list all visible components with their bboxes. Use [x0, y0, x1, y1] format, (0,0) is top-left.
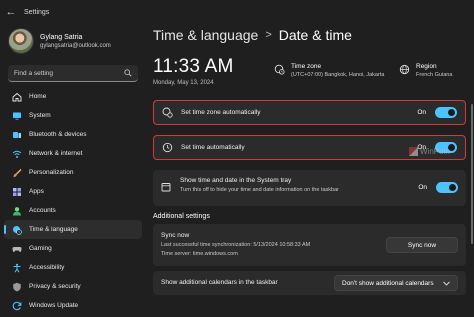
globe-clock-icon: [12, 225, 22, 235]
region-value: French Guiana: [416, 72, 453, 78]
last-sync-text: Last successful time synchronization: 5/…: [161, 242, 311, 248]
region-label: Region: [416, 63, 437, 70]
search-placeholder: Find a setting: [14, 69, 54, 77]
sidebar-item-label: Privacy & security: [29, 283, 81, 290]
time-zone-label: Time zone: [291, 63, 322, 70]
sidebar-item-gaming[interactable]: Gaming: [4, 239, 142, 258]
chevron-down-icon: [443, 281, 450, 286]
region-info: Region French Guiana: [399, 63, 452, 78]
auto-time-zone-label: Set time zone automatically: [181, 109, 261, 116]
tray-time-setting: Show time and date in the System tray Tu…: [153, 170, 466, 206]
profile-email: gylangsatria@outlook.com: [40, 42, 111, 49]
additional-calendars-dropdown[interactable]: Don't show additional calendars: [334, 275, 458, 291]
toggle-state-label: On: [417, 109, 426, 116]
additional-calendars-label: Show additional calendars in the taskbar: [161, 279, 278, 286]
sidebar-item-label: Time & language: [29, 226, 78, 233]
globe-icon: [399, 64, 410, 75]
auto-time-zone-setting: Set time zone automatically On: [153, 100, 466, 125]
gamepad-icon: [12, 244, 22, 254]
auto-time-label: Set time automatically: [181, 144, 245, 151]
additional-calendars-setting: Show additional calendars in the taskbar…: [153, 271, 466, 295]
update-icon: [12, 301, 22, 311]
toggle-state-label: On: [418, 184, 427, 191]
sidebar-item-privacy[interactable]: Privacy & security: [4, 277, 142, 296]
scrollbar[interactable]: [471, 104, 473, 244]
sidebar-item-label: Network & internet: [29, 150, 83, 157]
current-clock: 11:33 AM Monday, May 13, 2024: [153, 56, 233, 86]
clock-time: 11:33 AM: [153, 56, 234, 77]
globe-clock-icon: [274, 64, 285, 75]
sidebar-item-label: Apps: [29, 188, 44, 195]
clock-icon: [162, 142, 173, 153]
sidebar-item-bluetooth[interactable]: Bluetooth & devices: [4, 125, 142, 144]
sidebar-nav: Home System Bluetooth & devices Network …: [4, 87, 142, 315]
home-icon: [12, 92, 22, 102]
calendar-clock-icon: [161, 183, 171, 192]
sidebar-item-home[interactable]: Home: [4, 87, 142, 106]
sidebar-item-label: Personalization: [29, 169, 74, 176]
title-bar: ← Settings: [0, 0, 474, 24]
accounts-icon: [12, 206, 22, 216]
sidebar: Gylang Satria gylangsatria@outlook.com F…: [0, 24, 146, 317]
bluetooth-icon: [12, 130, 22, 140]
accessibility-icon: [12, 263, 22, 273]
sidebar-item-accounts[interactable]: Accounts: [4, 201, 142, 220]
time-server-text: Time server: time.windows.com: [161, 251, 238, 257]
breadcrumb: Time & language > Date & time: [153, 27, 352, 43]
sidebar-item-apps[interactable]: Apps: [4, 182, 142, 201]
breadcrumb-parent[interactable]: Time & language: [153, 27, 258, 43]
sidebar-item-system[interactable]: System: [4, 106, 142, 125]
profile-name: Gylang Satria: [40, 33, 83, 41]
sync-now-setting: Sync now Last successful time synchroniz…: [153, 224, 466, 266]
shield-icon: [12, 282, 22, 292]
main-content: Time & language > Date & time 11:33 AM M…: [146, 24, 474, 317]
sidebar-item-time-language[interactable]: Time & language: [4, 220, 142, 239]
dropdown-value: Don't show additional calendars: [342, 279, 434, 287]
sync-now-title: Sync now: [161, 232, 190, 239]
clock-date: Monday, May 13, 2024: [153, 80, 214, 86]
sidebar-item-label: System: [29, 112, 51, 119]
back-arrow-icon[interactable]: ←: [0, 1, 22, 23]
apps-icon: [12, 187, 22, 197]
search-icon: [124, 69, 132, 77]
page-title: Date & time: [278, 27, 352, 43]
tray-time-label: Show time and date in the System tray: [180, 177, 292, 184]
sidebar-item-label: Accounts: [29, 207, 56, 214]
globe-sync-icon: [162, 107, 173, 118]
additional-settings-heading: Additional settings: [153, 213, 210, 220]
sidebar-item-label: Windows Update: [29, 302, 79, 309]
watermark: WinPoin: [409, 147, 450, 156]
tray-time-toggle[interactable]: [436, 182, 458, 193]
avatar: [8, 28, 34, 54]
brush-icon: [12, 168, 22, 178]
user-profile[interactable]: Gylang Satria gylangsatria@outlook.com: [8, 28, 111, 54]
network-icon: [12, 149, 22, 159]
sidebar-item-network[interactable]: Network & internet: [4, 144, 142, 163]
watermark-logo-icon: [409, 147, 418, 156]
sidebar-item-personalization[interactable]: Personalization: [4, 163, 142, 182]
auto-time-zone-toggle[interactable]: [435, 107, 457, 118]
breadcrumb-separator: >: [265, 29, 272, 41]
time-zone-value: (UTC+07:00) Bangkok, Hanoi, Jakarta: [291, 72, 385, 78]
time-zone-info: Time zone (UTC+07:00) Bangkok, Hanoi, Ja…: [274, 63, 384, 78]
search-input[interactable]: Find a setting: [8, 65, 138, 82]
watermark-text: WinPoin: [420, 147, 450, 156]
sync-now-button[interactable]: Sync now: [386, 237, 458, 253]
sidebar-item-windows-update[interactable]: Windows Update: [4, 296, 142, 315]
sidebar-item-label: Gaming: [29, 245, 52, 252]
sidebar-item-label: Accessibility: [29, 264, 65, 271]
tray-time-description: Turn this off to hide your time and date…: [180, 187, 339, 193]
sidebar-item-accessibility[interactable]: Accessibility: [4, 258, 142, 277]
sidebar-item-label: Bluetooth & devices: [29, 131, 87, 138]
sidebar-item-label: Home: [29, 93, 47, 100]
system-icon: [12, 111, 22, 121]
app-title: Settings: [24, 8, 50, 16]
